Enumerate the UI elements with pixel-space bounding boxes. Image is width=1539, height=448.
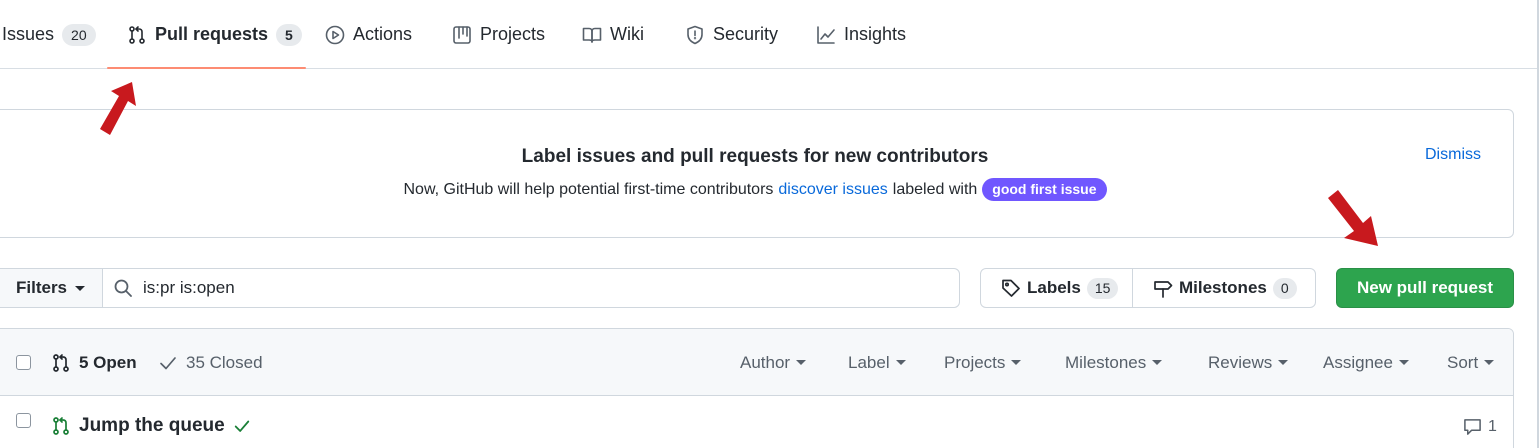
closed-filter-button[interactable]: 35 Closed (158, 329, 263, 396)
caret-down-icon (895, 360, 906, 365)
row-checkbox[interactable] (16, 413, 31, 428)
search-icon (114, 279, 132, 297)
play-circle-icon (325, 25, 345, 44)
tag-icon (1002, 279, 1020, 297)
sort-filter[interactable]: Sort (1447, 329, 1495, 396)
caret-down-icon (1011, 360, 1022, 365)
assignee-filter[interactable]: Assignee (1323, 329, 1409, 396)
tab-issues[interactable]: Issues 20 (2, 0, 96, 69)
dismiss-button[interactable]: Dismiss (1425, 146, 1481, 164)
labels-milestones-group: Labels 15 Milestones 0 (980, 268, 1316, 308)
discover-issues-link[interactable]: discover issues (778, 181, 887, 199)
tab-security-label: Security (713, 24, 779, 44)
pull-request-icon (53, 353, 69, 372)
tab-issues-label: Issues (2, 24, 55, 44)
selected-tab-underline (107, 67, 306, 69)
check-icon (160, 356, 176, 369)
tab-actions-label: Actions (353, 24, 413, 44)
assignee-filter-label: Assignee (1323, 352, 1393, 372)
checks-passed-icon[interactable] (233, 417, 251, 435)
filters-button-label: Filters (16, 278, 68, 297)
pull-requests-count-badge: 5 (276, 23, 302, 46)
reviews-filter[interactable]: Reviews (1208, 329, 1289, 396)
tab-pull-requests-label: Pull requests (155, 24, 269, 44)
projects-filter[interactable]: Projects (944, 329, 1022, 396)
label-filter[interactable]: Label (848, 329, 906, 396)
book-icon (582, 27, 602, 43)
banner-title: Label issues and pull requests for new c… (521, 146, 989, 167)
caret-down-icon (1278, 360, 1289, 365)
comment-icon (1464, 419, 1481, 435)
projects-filter-label: Projects (944, 352, 1006, 372)
tab-pull-requests[interactable]: Pull requests 5 (127, 0, 302, 69)
milestones-filter[interactable]: Milestones (1065, 329, 1163, 396)
new-pull-request-button[interactable]: New pull request (1336, 268, 1514, 308)
milestone-icon (1154, 281, 1173, 298)
open-count-label: 5 Open (79, 352, 137, 372)
reviews-filter-label: Reviews (1208, 352, 1273, 372)
select-all-checkbox[interactable] (16, 355, 31, 370)
tab-projects-label: Projects (480, 24, 546, 44)
shield-icon (687, 25, 703, 44)
filter-bar: Filters (0, 268, 960, 308)
label-filter-label: Label (848, 352, 890, 372)
comment-count: 1 (1488, 417, 1497, 435)
caret-down-icon (1152, 360, 1163, 365)
caret-down-icon (75, 285, 86, 291)
pr-title: Jump the queue (51, 415, 251, 437)
issues-count-badge: 20 (62, 23, 96, 46)
list-header: 5 Open 35 Closed Author Label Projects M… (0, 329, 1513, 396)
milestones-button[interactable]: Milestones 0 (1133, 269, 1315, 307)
good-first-issue-label[interactable]: good first issue (982, 178, 1107, 201)
banner-text-before: Now, GitHub will help potential first-ti… (403, 180, 774, 198)
search-input[interactable] (143, 278, 923, 298)
search-field[interactable] (103, 269, 959, 307)
milestones-button-label: Milestones (1179, 278, 1267, 297)
caret-down-icon (1484, 360, 1495, 365)
labels-button[interactable]: Labels 15 (981, 269, 1133, 307)
filters-dropdown-button[interactable]: Filters (0, 269, 103, 307)
comments-link[interactable]: 1 (1463, 417, 1497, 436)
pull-request-icon (129, 25, 145, 44)
sort-filter-label: Sort (1447, 352, 1479, 372)
tab-projects[interactable]: Projects (452, 0, 545, 69)
table-row[interactable]: Jump the queue 1 (0, 397, 1513, 448)
milestones-filter-label: Milestones (1065, 352, 1147, 372)
new-contributors-banner: Label issues and pull requests for new c… (0, 109, 1514, 238)
graph-icon (817, 25, 835, 44)
author-filter[interactable]: Author (740, 329, 807, 396)
pr-title-link[interactable]: Jump the queue (79, 415, 225, 437)
pull-request-list: 5 Open 35 Closed Author Label Projects M… (0, 328, 1514, 448)
open-filter-button[interactable]: 5 Open (51, 329, 137, 396)
tab-insights-label: Insights (844, 24, 907, 44)
open-pull-request-icon (53, 417, 69, 435)
banner-text-after: labeled with (892, 180, 978, 198)
banner-text: Now, GitHub will help potential first-ti… (0, 178, 1515, 201)
closed-count-label: 35 Closed (186, 352, 263, 372)
tab-security[interactable]: Security (685, 0, 778, 69)
caret-down-icon (796, 360, 807, 365)
tab-actions[interactable]: Actions (325, 0, 412, 69)
tab-wiki-label: Wiki (610, 24, 644, 44)
annotation-arrow-icon (100, 82, 136, 135)
milestones-count-badge: 0 (1272, 277, 1297, 299)
caret-down-icon (1398, 360, 1409, 365)
tab-wiki[interactable]: Wiki (582, 0, 644, 69)
annotation-arrow-icon (1328, 190, 1378, 246)
project-board-icon (453, 25, 471, 44)
labels-count-badge: 15 (1086, 277, 1119, 299)
labels-button-label: Labels (1027, 278, 1081, 297)
tab-insights[interactable]: Insights (816, 0, 906, 69)
author-filter-label: Author (740, 352, 791, 372)
repo-tab-bar: Issues 20 Pull requests 5 Actions Projec… (0, 0, 1539, 69)
